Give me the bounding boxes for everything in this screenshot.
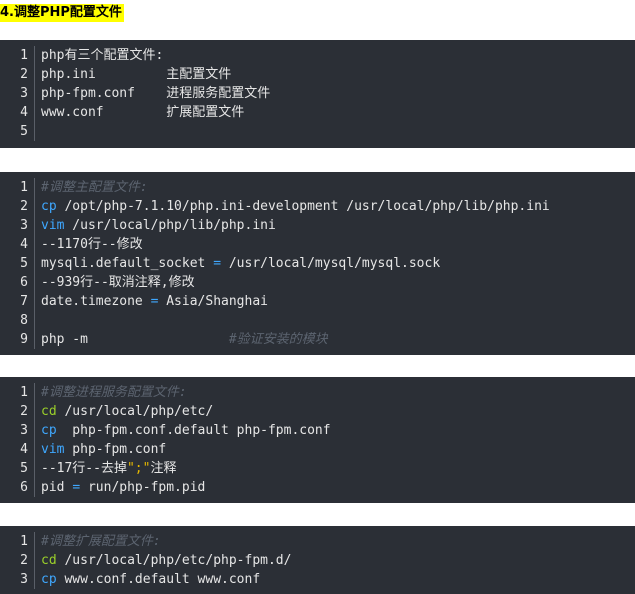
code-text: php -m (41, 332, 229, 347)
code-text: /usr/local/php/etc/php-fpm.d/ (56, 553, 292, 568)
line-number: 3 (20, 572, 28, 587)
code-block-fpm-config: 1 #调整进程服务配置文件: 2 cd /usr/local/php/etc/ 3c… (0, 377, 635, 503)
code-line: 8 (0, 311, 635, 330)
code-command: cp (41, 572, 57, 587)
code-line: 3 cp www.conf.default www.conf (0, 570, 635, 589)
code-block-config-files: 1 php有三个配置文件: 2 php.ini 主配置文件 3 php-fpm.con… (0, 40, 635, 148)
code-line: 2 cd /usr/local/php/etc/php-fpm.d/ (0, 551, 635, 570)
code-line: 2 cp /opt/php-7.1.10/php.ini-development … (0, 197, 635, 216)
code-line: 6 pid = run/php-fpm.pid (0, 478, 635, 497)
line-number: 4 (20, 105, 28, 120)
code-line: 9 php -m #验证安装的模块 (0, 330, 635, 349)
code-block-main-config: 1 #调整主配置文件: 2 cp /opt/php-7.1.10/php.ini-d… (0, 172, 635, 355)
code-command: cp (41, 199, 57, 214)
line-number: 1 (20, 48, 28, 63)
code-comment: #调整主配置文件: (41, 180, 148, 195)
code-text: date.timezone (41, 294, 151, 309)
code-text: --939行--取消注释,修改 (41, 275, 195, 290)
code-comment: #调整扩展配置文件: (41, 534, 161, 549)
code-comment: #验证安装的模块 (228, 332, 328, 347)
line-number: 2 (20, 199, 28, 214)
line-number: 8 (20, 313, 28, 328)
line-number: 9 (20, 332, 28, 347)
code-text: php有三个配置文件: (41, 48, 164, 63)
line-number: 1 (20, 385, 28, 400)
line-number: 3 (20, 423, 28, 438)
line-number: 2 (20, 404, 28, 419)
code-line: 3 cp php-fpm.conf.default php-fpm.conf (0, 421, 635, 440)
code-text: --17行--去掉 (41, 461, 127, 476)
code-text: run/php-fpm.pid (80, 480, 206, 495)
code-text: www.conf 扩展配置文件 (41, 105, 245, 120)
line-number: 4 (20, 442, 28, 457)
code-text: mysqli.default_socket (41, 256, 214, 271)
code-line: 1 #调整主配置文件: (0, 178, 635, 197)
code-text: /usr/local/mysql/mysql.sock (221, 256, 441, 271)
line-number: 1 (20, 534, 28, 549)
code-line: 1 php有三个配置文件: (0, 46, 635, 65)
line-number: 6 (20, 275, 28, 290)
line-number: 2 (20, 553, 28, 568)
line-number: 2 (20, 67, 28, 82)
line-number: 3 (20, 218, 28, 233)
code-text: Asia/Shanghai (158, 294, 268, 309)
code-line: 3 php-fpm.conf 进程服务配置文件 (0, 84, 635, 103)
code-line: 5 (0, 122, 635, 141)
code-command: cd (41, 553, 57, 568)
code-comment: #调整进程服务配置文件: (41, 385, 187, 400)
code-text: /usr/local/php/lib/php.ini (64, 218, 276, 233)
code-text: 注释 (150, 461, 177, 476)
code-text: php-fpm.conf.default php-fpm.conf (56, 423, 331, 438)
code-block-extension-config: 1 #调整扩展配置文件: 2 cd /usr/local/php/etc/php-f… (0, 526, 635, 594)
code-line: 5 mysqli.default_socket = /usr/local/mysq… (0, 254, 635, 273)
section-heading: 4.调整PHP配置文件 (0, 4, 124, 22)
line-number: 6 (20, 480, 28, 495)
code-command: vim (41, 218, 65, 233)
line-number: 7 (20, 294, 28, 309)
line-number: 4 (20, 237, 28, 252)
code-operator: = (150, 294, 159, 309)
code-line: 7 date.timezone = Asia/Shanghai (0, 292, 635, 311)
code-text: php-fpm.conf 进程服务配置文件 (41, 86, 271, 101)
line-number: 5 (20, 461, 28, 476)
line-number: 5 (20, 256, 28, 271)
line-number: 3 (20, 86, 28, 101)
code-line: 4 vim php-fpm.conf (0, 440, 635, 459)
code-text: /opt/php-7.1.10/php.ini-development /usr… (56, 199, 550, 214)
code-text: php-fpm.conf (64, 442, 167, 457)
code-line: 4 --1170行--修改 (0, 235, 635, 254)
code-text: pid (41, 480, 73, 495)
code-operator: = (213, 256, 222, 271)
line-number: 5 (20, 124, 28, 139)
code-text: www.conf.default www.conf (56, 572, 261, 587)
code-string: ";" (126, 461, 151, 476)
line-number: 1 (20, 180, 28, 195)
code-command: cd (41, 404, 57, 419)
code-command: cp (41, 423, 57, 438)
code-line: 1 #调整进程服务配置文件: (0, 383, 635, 402)
code-line: 6 --939行--取消注释,修改 (0, 273, 635, 292)
code-line: 5 --17行--去掉 ";" 注释 (0, 459, 635, 478)
code-text: php.ini 主配置文件 (41, 67, 232, 82)
code-command: vim (41, 442, 65, 457)
code-operator: = (72, 480, 81, 495)
code-line: 1 #调整扩展配置文件: (0, 532, 635, 551)
code-text: /usr/local/php/etc/ (56, 404, 214, 419)
code-line: 2 cd /usr/local/php/etc/ (0, 402, 635, 421)
code-line: 4 www.conf 扩展配置文件 (0, 103, 635, 122)
code-line: 2 php.ini 主配置文件 (0, 65, 635, 84)
code-text: --1170行--修改 (41, 237, 143, 252)
code-line: 3 vim /usr/local/php/lib/php.ini (0, 216, 635, 235)
